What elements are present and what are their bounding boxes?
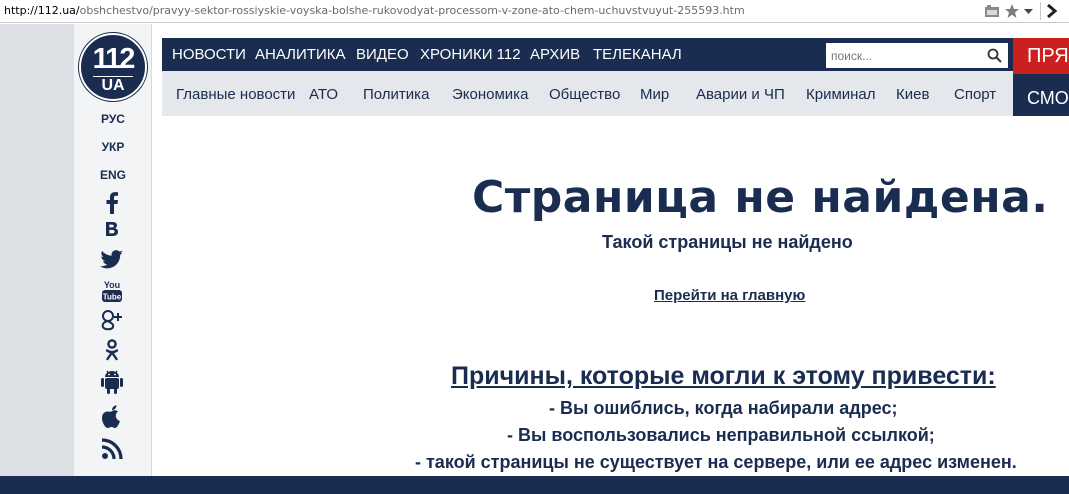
page-title: Страница не найдена. xyxy=(472,172,1049,223)
youtube-icon[interactable]: You Tube xyxy=(99,278,125,304)
reason-item: - Вы ошиблись, когда набирали адрес; xyxy=(549,398,898,418)
page-icon[interactable] xyxy=(984,4,1000,18)
youtube-text-you: You xyxy=(104,280,120,290)
live-stream-banner[interactable]: ПРЯМ xyxy=(1013,38,1069,74)
url-text[interactable]: http://112.ua/obshchestvo/pravyy-sektor-… xyxy=(4,4,745,17)
site-logo[interactable]: 112 UA xyxy=(79,33,147,101)
subnav-main-news[interactable]: Главные новости xyxy=(176,86,295,103)
url-path: obshchestvo/pravyy-sektor-rossiyskie-voy… xyxy=(79,4,745,17)
lang-eng-link[interactable]: ENG xyxy=(74,168,152,182)
category-navigation: Главные новости АТО Политика Экономика О… xyxy=(162,71,1013,116)
page-left-gutter xyxy=(0,24,74,476)
lang-rus-link[interactable]: РУС xyxy=(74,112,152,126)
search-icon[interactable] xyxy=(987,48,1002,68)
vk-icon[interactable] xyxy=(99,216,125,242)
rss-icon[interactable] xyxy=(99,436,125,462)
subnav-society[interactable]: Общество xyxy=(549,86,620,103)
browser-address-bar[interactable]: http://112.ua/obshchestvo/pravyy-sektor-… xyxy=(0,0,1069,23)
footer-bar xyxy=(0,476,1069,494)
subnav-crime[interactable]: Криминал xyxy=(806,86,876,103)
subnav-sport[interactable]: Спорт xyxy=(954,86,996,103)
reason-item: - такой страницы не существует на сервер… xyxy=(415,452,1017,472)
address-bar-icons xyxy=(984,3,1033,19)
nav-archive[interactable]: АРХИВ xyxy=(530,46,580,63)
nav-video[interactable]: ВИДЕО xyxy=(356,46,409,63)
url-host: http://112.ua/ xyxy=(4,4,80,17)
facebook-icon[interactable] xyxy=(99,190,125,216)
odnoklassniki-icon[interactable] xyxy=(99,337,125,363)
reasons-heading: Причины, которые могли к этому привести: xyxy=(451,362,996,390)
apple-icon[interactable] xyxy=(99,404,125,430)
subnav-ato[interactable]: АТО xyxy=(309,86,338,103)
watch-live-banner[interactable]: СМОТ xyxy=(1013,74,1069,116)
logo-suffix: UA xyxy=(101,77,125,94)
nav-tv-channel[interactable]: ТЕЛЕКАНАЛ xyxy=(593,46,682,63)
dropdown-icon[interactable] xyxy=(1024,7,1033,15)
page-subtitle: Такой страницы не найдено xyxy=(602,232,853,252)
nav-chronicles[interactable]: ХРОНИКИ 112 xyxy=(420,46,521,63)
star-icon[interactable] xyxy=(1004,3,1020,19)
reason-item: - Вы воспользовались неправильной ссылко… xyxy=(507,425,935,445)
logo-number: 112 xyxy=(92,43,136,75)
lang-ukr-link[interactable]: УКР xyxy=(74,140,152,154)
address-bar-divider xyxy=(1040,2,1041,20)
subnav-economy[interactable]: Экономика xyxy=(452,86,528,103)
forward-icon[interactable] xyxy=(1045,3,1059,24)
subnav-world[interactable]: Мир xyxy=(640,86,669,103)
subnav-accidents[interactable]: Аварии и ЧП xyxy=(696,86,785,103)
subnav-kyiv[interactable]: Киев xyxy=(896,86,929,103)
googleplus-icon[interactable] xyxy=(99,307,125,333)
youtube-text-tube: Tube xyxy=(103,293,122,302)
go-home-link[interactable]: Перейти на главную xyxy=(654,287,805,304)
search-box xyxy=(826,43,1008,68)
search-input[interactable] xyxy=(831,47,981,65)
nav-analytics[interactable]: АНАЛИТИКА xyxy=(255,46,345,63)
nav-news[interactable]: НОВОСТИ xyxy=(172,46,246,63)
twitter-icon[interactable] xyxy=(99,247,125,273)
subnav-politics[interactable]: Политика xyxy=(363,86,429,103)
android-icon[interactable] xyxy=(99,368,125,394)
